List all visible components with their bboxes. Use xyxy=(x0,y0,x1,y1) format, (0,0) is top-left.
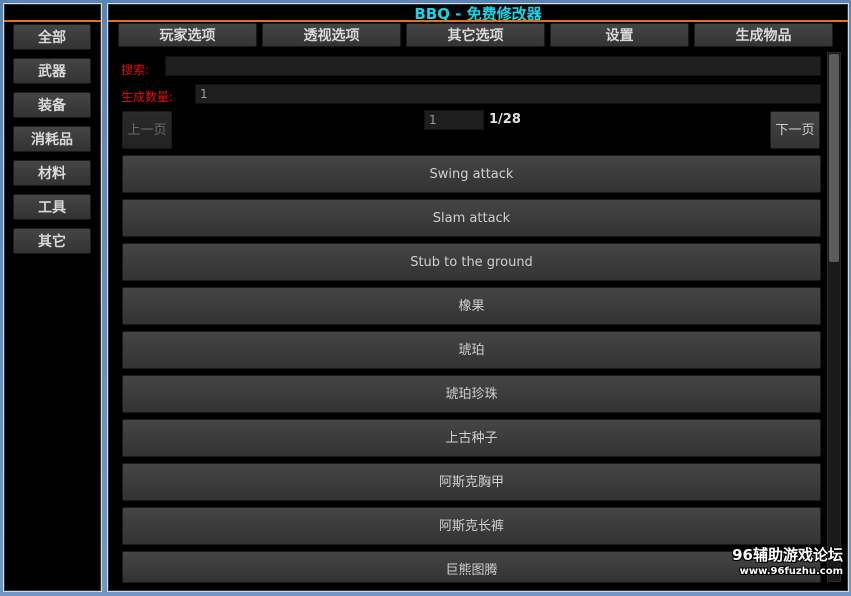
item-list-scrollbar[interactable] xyxy=(827,52,841,582)
page-number-input[interactable]: 1 xyxy=(424,110,484,130)
search-label: 搜索: xyxy=(121,63,150,77)
category-weapons-button[interactable]: 武器 xyxy=(13,58,91,84)
tab-other-options[interactable]: 其它选项 xyxy=(406,23,545,47)
tab-settings[interactable]: 设置 xyxy=(550,23,689,47)
item-button[interactable]: 阿斯克长裤 xyxy=(122,507,821,545)
watermark-title: 96辅助游戏论坛 xyxy=(732,546,843,564)
accent-line xyxy=(108,20,848,22)
accent-line xyxy=(4,20,101,22)
prev-page-button[interactable]: 上一页 xyxy=(122,111,172,149)
spawn-count-input[interactable]: 1 xyxy=(195,84,821,104)
item-button[interactable]: 巨熊图腾 xyxy=(122,551,821,583)
item-button[interactable]: 上古种子 xyxy=(122,419,821,457)
page-total: 1/28 xyxy=(489,112,521,127)
tab-spawn-items[interactable]: 生成物品 xyxy=(694,23,833,47)
category-consumables-button[interactable]: 消耗品 xyxy=(13,126,91,152)
item-button[interactable]: Swing attack xyxy=(122,155,821,193)
tab-player-options[interactable]: 玩家选项 xyxy=(118,23,257,47)
main-panel: BBQ - 免费修改器 玩家选项 透视选项 其它选项 设置 生成物品 搜索: 生… xyxy=(107,3,849,592)
category-materials-button[interactable]: 材料 xyxy=(13,160,91,186)
item-button[interactable]: 橡果 xyxy=(122,287,821,325)
item-button[interactable]: Stub to the ground xyxy=(122,243,821,281)
item-button[interactable]: 琥珀 xyxy=(122,331,821,369)
item-button[interactable]: 琥珀珍珠 xyxy=(122,375,821,413)
next-page-button[interactable]: 下一页 xyxy=(770,111,820,149)
spawn-count-label: 生成数量: xyxy=(121,90,174,104)
category-other-button[interactable]: 其它 xyxy=(13,228,91,254)
search-input[interactable] xyxy=(165,56,821,76)
watermark-url: www.96fuzhu.com xyxy=(739,566,843,577)
category-panel: 全部 武器 装备 消耗品 材料 工具 其它 xyxy=(3,3,102,592)
category-all-button[interactable]: 全部 xyxy=(13,24,91,50)
category-equipment-button[interactable]: 装备 xyxy=(13,92,91,118)
scrollbar-thumb[interactable] xyxy=(829,54,839,262)
category-tools-button[interactable]: 工具 xyxy=(13,194,91,220)
tab-esp-options[interactable]: 透视选项 xyxy=(262,23,401,47)
item-button[interactable]: Slam attack xyxy=(122,199,821,237)
item-button[interactable]: 阿斯克胸甲 xyxy=(122,463,821,501)
